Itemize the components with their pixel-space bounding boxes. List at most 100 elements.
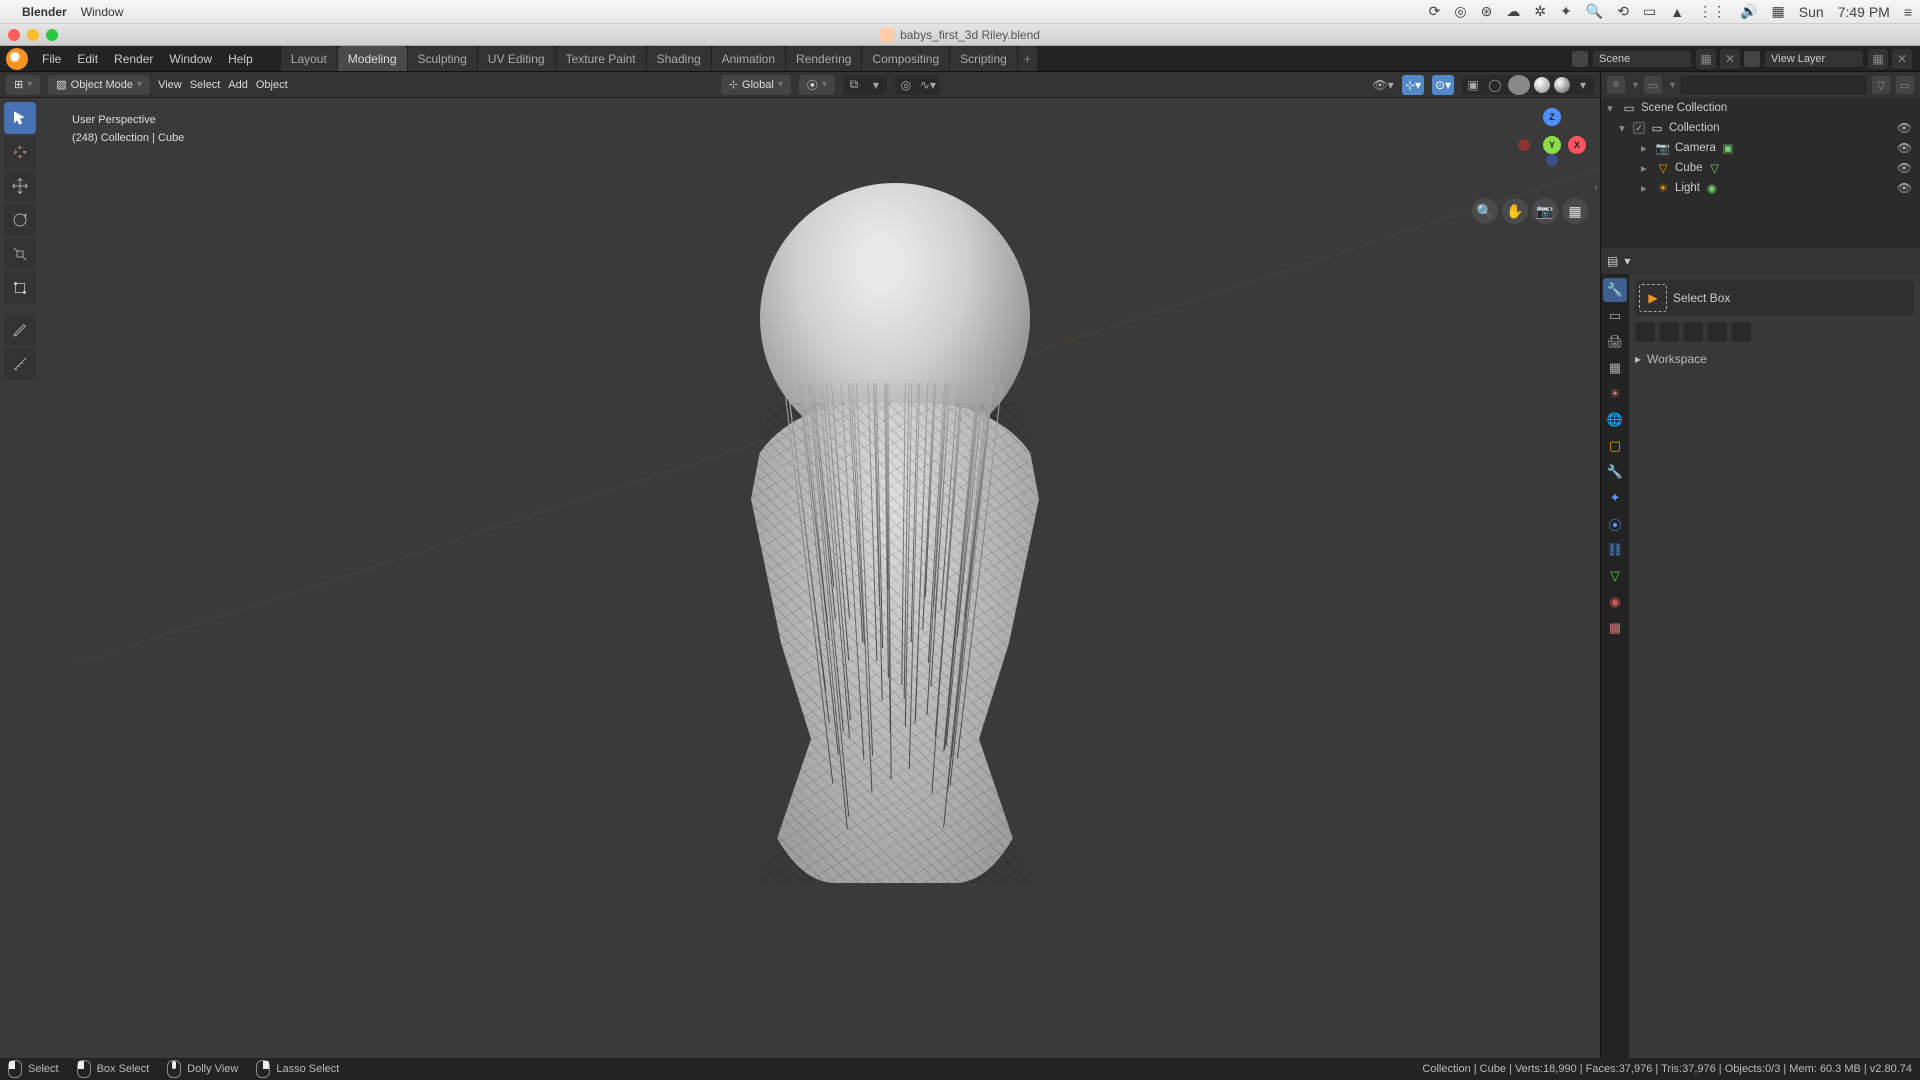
axis-y[interactable]: Y — [1543, 136, 1561, 154]
prop-tab-mesh[interactable]: ▽ — [1603, 564, 1627, 588]
visibility-toggle[interactable]: 👁 — [1897, 121, 1912, 135]
mini-option[interactable] — [1707, 322, 1727, 342]
shading-material[interactable] — [1534, 77, 1550, 93]
status-icon[interactable]: ⟲ — [1617, 3, 1629, 20]
tool-scale[interactable] — [4, 238, 36, 270]
visibility-toggle[interactable]: 👁 — [1897, 141, 1912, 155]
mini-option[interactable] — [1683, 322, 1703, 342]
mini-option[interactable] — [1731, 322, 1751, 342]
camera-view-button[interactable]: 📷 — [1532, 198, 1558, 224]
outliner-search[interactable] — [1681, 76, 1866, 94]
browse-scene-button[interactable]: ▦ — [1696, 49, 1716, 69]
mesh-object-cube[interactable] — [730, 183, 1060, 1003]
wifi-icon[interactable]: ⋮⋮ — [1698, 3, 1726, 20]
active-tool-button[interactable]: ▶ Select Box — [1635, 280, 1914, 316]
tab-sculpting[interactable]: Sculpting — [408, 46, 477, 71]
status-icon[interactable]: ⟳ — [1429, 3, 1441, 20]
pan-button[interactable]: ✋ — [1502, 198, 1528, 224]
shading-wireframe[interactable]: ◯ — [1484, 75, 1506, 95]
prop-tab-render[interactable]: ▭ — [1603, 304, 1627, 328]
prop-tab-world[interactable]: 🌐 — [1603, 408, 1627, 432]
axis-x[interactable]: X — [1568, 136, 1586, 154]
outliner-item-cube[interactable]: Cube — [1675, 162, 1703, 174]
menu-edit[interactable]: Edit — [69, 46, 106, 71]
vp-menu-object[interactable]: Object — [256, 79, 288, 91]
axis-neg-x[interactable] — [1518, 139, 1530, 151]
outliner-item-camera[interactable]: Camera — [1675, 142, 1716, 154]
workspace-section[interactable]: ▸ Workspace — [1635, 352, 1914, 366]
zoom-window-button[interactable] — [46, 29, 58, 41]
close-window-button[interactable] — [8, 29, 20, 41]
prop-tab-tool[interactable]: 🔧 — [1603, 278, 1627, 302]
new-viewlayer-button[interactable]: ▦ — [1868, 49, 1888, 69]
status-icon[interactable]: ▲ — [1670, 4, 1684, 20]
vp-menu-add[interactable]: Add — [228, 79, 248, 91]
collection-checkbox[interactable]: ✓ — [1633, 122, 1645, 134]
tab-rendering[interactable]: Rendering — [786, 46, 861, 71]
notification-center-icon[interactable]: ≡ — [1904, 4, 1912, 20]
clock-day[interactable]: Sun — [1799, 4, 1824, 20]
axis-z[interactable]: Z — [1543, 108, 1561, 126]
app-name[interactable]: Blender — [22, 5, 67, 19]
prop-tab-object[interactable]: ▢ — [1603, 434, 1627, 458]
status-icon[interactable]: ▦ — [1772, 3, 1785, 20]
mini-option[interactable] — [1659, 322, 1679, 342]
display-mode-dropdown[interactable]: ▭ — [1644, 76, 1662, 94]
menu-help[interactable]: Help — [220, 46, 261, 71]
tab-compositing[interactable]: Compositing — [862, 46, 949, 71]
collection-label[interactable]: Collection — [1669, 122, 1720, 134]
spotlight-icon[interactable]: 🔍 — [1586, 3, 1603, 20]
proportional-dropdown[interactable]: ∿▾ — [917, 75, 939, 95]
tool-select[interactable] — [4, 102, 36, 134]
tool-annotate[interactable] — [4, 314, 36, 346]
tab-uv-editing[interactable]: UV Editing — [478, 46, 555, 71]
tab-layout[interactable]: Layout — [281, 46, 337, 71]
status-icon[interactable]: ⊛ — [1481, 3, 1493, 20]
visibility-dropdown[interactable]: 👁▾ — [1372, 75, 1394, 95]
xray-toggle[interactable]: ▣ — [1462, 75, 1484, 95]
editor-type-outliner[interactable]: ≡ — [1607, 76, 1625, 94]
prop-tab-output[interactable]: 🖨 — [1603, 330, 1627, 354]
zoom-button[interactable]: 🔍 — [1472, 198, 1498, 224]
overlay-toggle[interactable]: ⊙▾ — [1432, 75, 1454, 95]
vp-menu-select[interactable]: Select — [190, 79, 221, 91]
mode-dropdown[interactable]: ▧ Object Mode ▾ — [48, 75, 150, 95]
mini-option[interactable] — [1635, 322, 1655, 342]
tab-texture-paint[interactable]: Texture Paint — [556, 46, 646, 71]
editor-type-properties[interactable]: ▤ — [1607, 254, 1618, 268]
gizmo-toggle[interactable]: ⊹▾ — [1402, 75, 1424, 95]
prop-tab-texture[interactable]: ▦ — [1603, 616, 1627, 640]
viewlayer-name-field[interactable] — [1764, 50, 1864, 68]
sidebar-toggle[interactable]: ‹ — [1595, 182, 1598, 193]
status-icon[interactable]: ✦ — [1560, 3, 1572, 20]
scene-name-field[interactable] — [1592, 50, 1692, 68]
clock-time[interactable]: 7:49 PM — [1838, 4, 1890, 20]
scene-icon[interactable] — [1572, 51, 1588, 67]
tool-move[interactable] — [4, 170, 36, 202]
perspective-toggle-button[interactable]: ▦ — [1562, 198, 1588, 224]
tool-transform[interactable] — [4, 272, 36, 304]
prop-tab-scene[interactable]: ☀ — [1603, 382, 1627, 406]
minimize-window-button[interactable] — [27, 29, 39, 41]
menu-render[interactable]: Render — [106, 46, 161, 71]
shading-rendered[interactable] — [1554, 77, 1570, 93]
pivot-dropdown[interactable]: ⦿▾ — [799, 75, 835, 95]
outliner-item-light[interactable]: Light — [1675, 182, 1700, 194]
3d-viewport[interactable]: User Perspective (248) Collection | Cube… — [0, 98, 1600, 1058]
editor-type-dropdown[interactable]: ⊞▾ — [6, 75, 40, 95]
menu-file[interactable]: File — [34, 46, 69, 71]
display-icon[interactable]: ▭ — [1643, 3, 1656, 20]
prop-tab-viewlayer[interactable]: ▦ — [1603, 356, 1627, 380]
navigation-gizmo[interactable]: Z Y X — [1516, 106, 1588, 178]
scene-collection-label[interactable]: Scene Collection — [1641, 102, 1727, 114]
macos-menu-window[interactable]: Window — [81, 5, 124, 19]
shading-dropdown[interactable]: ▾ — [1572, 75, 1594, 95]
orientation-dropdown[interactable]: ⊹ Global ▾ — [721, 75, 791, 95]
tab-modeling[interactable]: Modeling — [338, 46, 407, 71]
viewlayer-icon[interactable] — [1744, 51, 1760, 67]
proportional-toggle[interactable]: ◎ — [895, 75, 917, 95]
outliner[interactable]: ▾ ▭ Scene Collection ▾ ✓ ▭ Collection 👁 … — [1601, 98, 1920, 248]
prop-tab-modifier[interactable]: 🔧 — [1603, 460, 1627, 484]
tool-cursor[interactable] — [4, 136, 36, 168]
status-icon[interactable]: ☁ — [1506, 3, 1520, 20]
